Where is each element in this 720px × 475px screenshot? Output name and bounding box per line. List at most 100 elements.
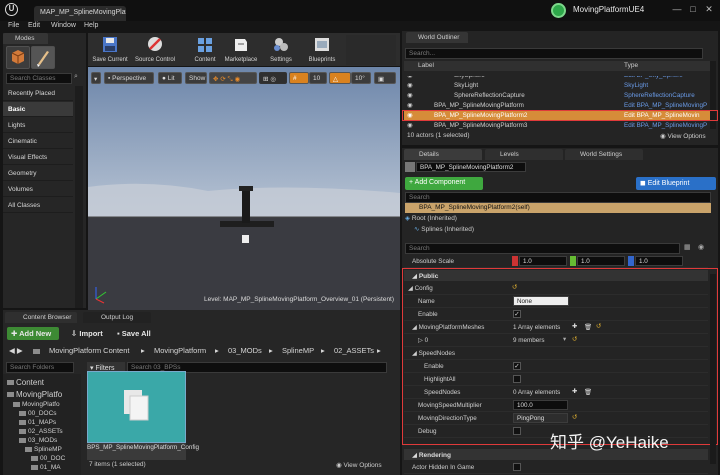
scale-x-field[interactable]: 1.0 <box>519 256 567 266</box>
outliner-row[interactable]: ◉ SphereReflectionCapture SphereReflection… <box>404 91 710 101</box>
debug-checkbox[interactable] <box>513 427 521 435</box>
tab-details[interactable]: Details <box>404 149 482 160</box>
tab-world-outliner[interactable]: World Outliner <box>406 32 468 43</box>
visibility-eye-icon[interactable]: ◉ <box>407 102 413 109</box>
property-search-input[interactable]: Search <box>405 243 680 254</box>
tab-modes[interactable]: Modes <box>3 33 48 44</box>
menu-help[interactable]: Help <box>84 22 98 29</box>
viewport-options-dropdown[interactable]: ▾ <box>91 72 101 84</box>
category-cinematic[interactable]: Cinematic <box>3 134 73 149</box>
marketplace-button[interactable]: Marketplace <box>222 35 260 65</box>
maximize-button[interactable]: □ <box>686 3 700 15</box>
outliner-row-type[interactable]: Edit BPA_MP_SplineMovingP <box>624 122 707 129</box>
source-control-button[interactable]: Source Control <box>132 35 178 65</box>
perspective-button[interactable]: ▪ Perspective <box>104 72 154 84</box>
tab-output-log[interactable]: Output Log <box>83 312 151 323</box>
close-button[interactable]: ✕ <box>702 3 716 15</box>
outliner-row-type[interactable]: SphereReflectionCapture <box>624 92 695 99</box>
level-document-tab[interactable]: MAP_MP_SplineMovingPlatform <box>34 6 126 21</box>
details-scrollbar[interactable] <box>710 274 716 464</box>
add-element-icon[interactable]: ✚ <box>572 388 577 395</box>
outliner-search-input[interactable]: Search... <box>405 48 703 59</box>
breadcrumb-dropdown[interactable]: ▸ <box>377 346 381 355</box>
breadcrumb-movingplatform[interactable]: MovingPlatform <box>154 346 206 355</box>
tree-item[interactable]: MovingPlatfo <box>7 390 85 400</box>
splines-component-row[interactable]: ∿ Splines (Inherited) <box>414 225 474 233</box>
outliner-row-type[interactable]: SkyLight <box>624 82 648 89</box>
grid-snap-value[interactable]: 10 <box>309 72 327 84</box>
show-button[interactable]: Show <box>185 72 207 84</box>
category-geometry[interactable]: Geometry <box>3 166 73 181</box>
content-button[interactable]: Content <box>190 35 220 65</box>
speed-nodes-row[interactable]: ◢ SpeedNodes <box>404 347 708 360</box>
breadcrumb-splinemp[interactable]: SplineMP <box>282 346 314 355</box>
sn-enable-checkbox[interactable]: ✓ <box>513 362 521 370</box>
add-element-icon[interactable]: ✚ <box>572 323 577 330</box>
modes-scrollbar[interactable] <box>75 86 83 308</box>
category-recently-placed[interactable]: Recently Placed <box>3 86 73 101</box>
self-component-row[interactable]: BPA_MP_SplineMovingPlatform2(self) <box>405 203 711 213</box>
scale-z-field[interactable]: 1.0 <box>635 256 683 266</box>
public-section-header[interactable]: ◢ Public <box>404 270 708 281</box>
settings-button[interactable]: Settings <box>264 35 298 65</box>
level-viewport[interactable]: ▾ ▪ Perspective ● Lit Show ✥ ⟳ ⤡ ◉ ⊞ ◎ #… <box>88 67 400 310</box>
direction-type-select[interactable]: PingPong <box>513 413 568 423</box>
view-options-button[interactable]: ◉ View Options <box>336 461 382 469</box>
outliner-row[interactable]: ◉ SkySphere Edit BP_Sky_Sphere <box>404 76 710 81</box>
tab-world-settings[interactable]: World Settings <box>565 149 643 160</box>
grid-snap-toggle[interactable]: # <box>289 72 309 84</box>
menu-window[interactable]: Window <box>51 22 76 29</box>
actor-name-field[interactable]: BPA_MP_SplineMovingPlatform2 <box>416 162 526 172</box>
back-arrow-icon[interactable]: ◀ ▶ <box>9 346 23 355</box>
asset-thumbnail[interactable] <box>87 371 186 443</box>
search-folders-input[interactable]: Search Folders <box>6 362 74 373</box>
menu-edit[interactable]: Edit <box>28 22 40 29</box>
place-mode-icon[interactable] <box>6 46 30 69</box>
rotation-snap-toggle[interactable]: △ <box>329 72 351 84</box>
outliner-view-options[interactable]: ◉ View Options <box>660 132 706 140</box>
breadcrumb-content[interactable]: MovingPlatform Content <box>49 346 129 355</box>
tree-item[interactable]: Content <box>7 378 85 388</box>
name-field[interactable]: None <box>513 296 569 306</box>
config-row[interactable]: ◢ Config ↺ <box>404 282 708 295</box>
transform-tools[interactable]: ✥ ⟳ ⤡ ◉ <box>209 72 257 84</box>
grid-view-icon[interactable]: ▦ <box>684 243 696 254</box>
root-component-row[interactable]: ◈ Root (Inherited) <box>405 214 457 222</box>
visibility-eye-icon[interactable]: ◉ <box>407 92 413 99</box>
add-component-button[interactable]: + Add Component <box>405 177 483 190</box>
delete-icon[interactable]: 🗑 <box>584 323 592 331</box>
eye-filter-icon[interactable]: ◉ <box>698 243 712 254</box>
blueprints-button[interactable]: Blueprints <box>304 35 340 65</box>
highlight-all-checkbox[interactable] <box>513 375 521 383</box>
delete-icon[interactable]: 🗑 <box>584 388 592 396</box>
outliner-row[interactable]: ◉ BPA_MP_SplineMovingPlatform3 Edit BPA_MP… <box>404 121 710 131</box>
lit-button[interactable]: ● Lit <box>158 72 182 84</box>
outliner-row[interactable]: ◉ SkyLight SkyLight <box>404 81 710 91</box>
maximize-viewport-icon[interactable]: ▣ <box>374 72 396 84</box>
visibility-eye-icon[interactable]: ◉ <box>407 122 413 129</box>
category-volumes[interactable]: Volumes <box>3 182 73 197</box>
add-new-button[interactable]: ✚ Add New <box>7 327 59 340</box>
category-visual-effects[interactable]: Visual Effects <box>3 150 73 165</box>
tab-levels[interactable]: Levels <box>485 149 563 160</box>
mesh-element-row[interactable]: ▷ 0 9 members ▾ ↺ <box>404 334 708 347</box>
save-current-button[interactable]: Save Current <box>90 35 130 65</box>
surface-snap-icon[interactable]: ⊞ ◎ <box>259 72 287 84</box>
edit-blueprint-button[interactable]: ◼ Edit Blueprint <box>636 177 716 190</box>
outliner-row-type[interactable]: Edit BPA_MP_SplineMovingP <box>624 102 707 109</box>
enable-checkbox[interactable]: ✓ <box>513 310 521 318</box>
save-all-button[interactable]: ▪ Save All <box>113 327 163 340</box>
breadcrumb-assets[interactable]: 02_ASSETs <box>334 346 374 355</box>
component-search-input[interactable]: Search <box>405 192 711 203</box>
menu-file[interactable]: File <box>8 22 19 29</box>
category-basic[interactable]: Basic <box>3 102 73 117</box>
scale-y-field[interactable]: 1.0 <box>577 256 625 266</box>
rotation-snap-value[interactable]: 10° <box>351 72 371 84</box>
visibility-eye-icon[interactable]: ◉ <box>407 82 413 89</box>
category-lights[interactable]: Lights <box>3 118 73 133</box>
hidden-in-game-checkbox[interactable] <box>513 463 521 471</box>
paint-mode-icon[interactable] <box>31 46 55 69</box>
tab-content-browser[interactable]: Content Browser <box>5 312 77 323</box>
search-classes-input[interactable]: Search Classes <box>6 73 72 84</box>
visibility-eye-icon[interactable]: ◉ <box>407 76 413 79</box>
